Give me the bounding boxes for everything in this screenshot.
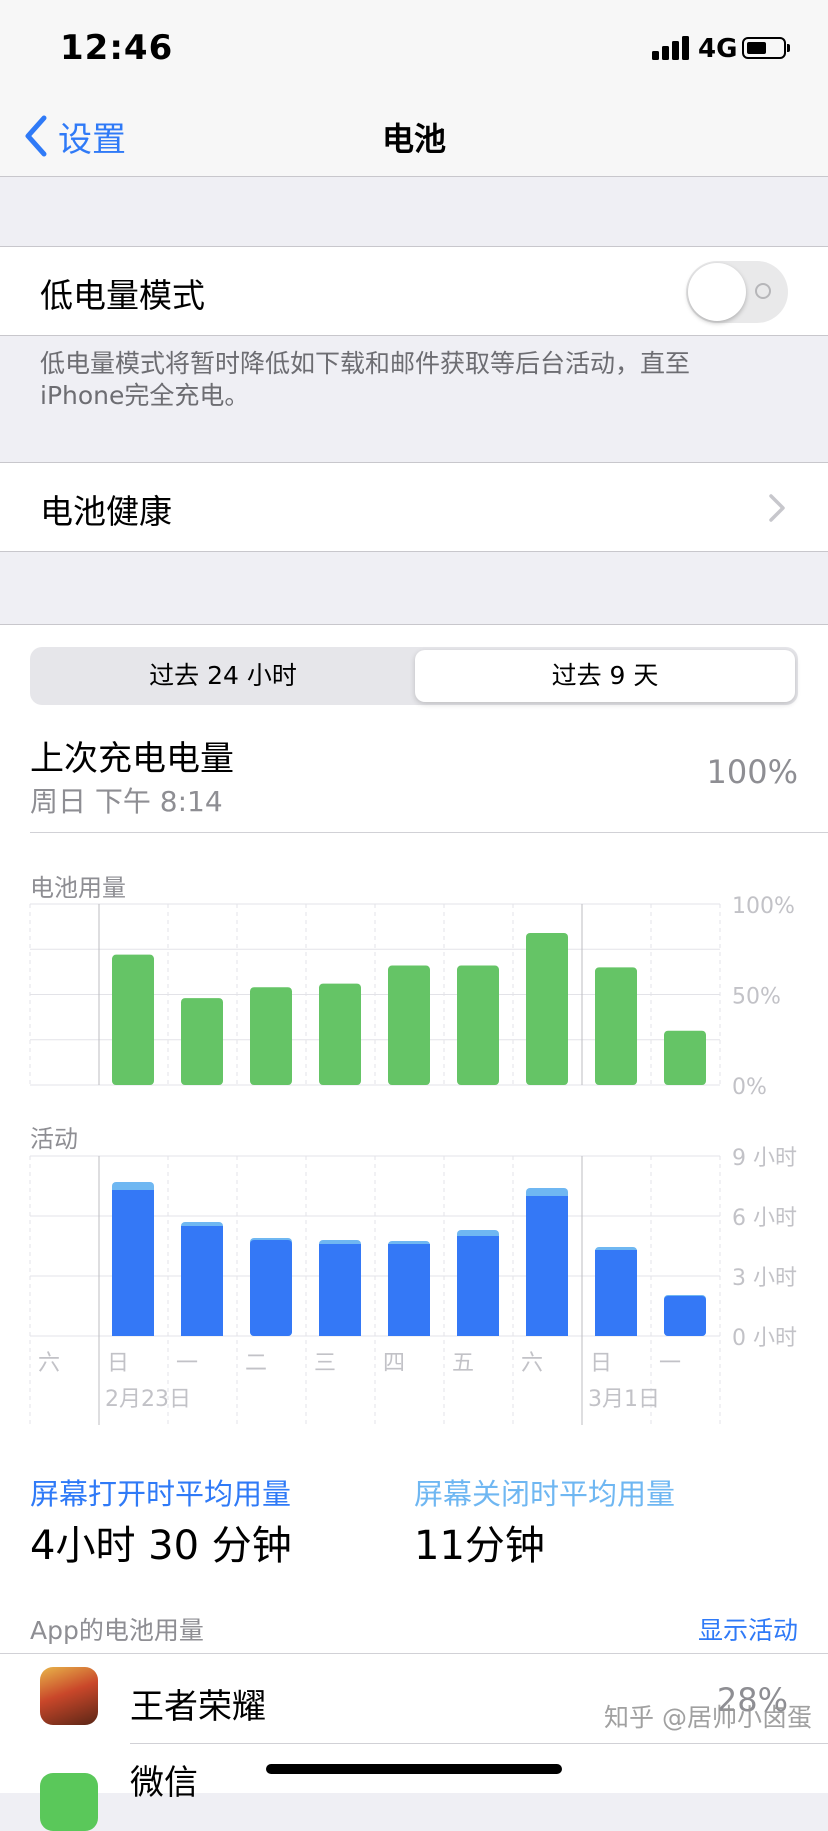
status-bar: 12:46 4G	[0, 0, 828, 100]
page-title: 电池	[381, 120, 446, 158]
chevron-right-icon	[769, 494, 785, 522]
screen-on-activity-bar	[664, 1296, 706, 1336]
screen-on-activity-bar	[112, 1190, 154, 1336]
x-tick-label: 三	[314, 1351, 336, 1376]
screen-on-average-label: 屏幕打开时平均用量	[30, 1477, 292, 1511]
battery-usage-bar	[112, 954, 154, 1085]
low-power-label: 低电量模式	[40, 276, 205, 315]
low-power-toggle[interactable]	[686, 261, 788, 323]
watermark: 知乎 @居帅小卤蛋	[604, 1703, 812, 1732]
y-tick-label: 0%	[732, 1075, 767, 1100]
show-activity-button[interactable]: 显示活动	[600, 1611, 798, 1647]
battery-usage-bar	[457, 965, 499, 1085]
y-tick-label: 6 小时	[732, 1206, 797, 1231]
app-name: 王者荣耀	[130, 1687, 266, 1727]
battery-health-cell[interactable]: 电池健康	[0, 462, 828, 552]
screen-on-activity-bar	[181, 1226, 223, 1336]
y-tick-label: 50%	[732, 985, 781, 1010]
battery-usage-bar	[319, 983, 361, 1085]
battery-usage-bar	[388, 965, 430, 1085]
battery-usage-bar	[181, 998, 223, 1085]
x-tick-label: 一	[659, 1351, 681, 1376]
usage-section: 过去 24 小时 过去 9 天 上次充电电量 周日 下午 8:14 100% 电…	[0, 624, 828, 1831]
x-tick-label: 四	[383, 1351, 405, 1376]
battery-health-label: 电池健康	[40, 492, 172, 531]
screen-on-activity-bar	[319, 1244, 361, 1336]
date-label: 2月23日	[105, 1387, 191, 1412]
date-label: 3月1日	[588, 1387, 660, 1412]
screen-on-activity-bar	[457, 1236, 499, 1336]
toggle-knob	[688, 263, 746, 321]
screen-on-activity-bar	[388, 1244, 430, 1336]
battery-usage-bar	[664, 1030, 706, 1085]
navigation-bar: 设置 电池	[0, 100, 828, 177]
screen-on-activity-bar	[595, 1250, 637, 1336]
low-power-cell: 低电量模式	[0, 246, 828, 336]
x-tick-label: 五	[452, 1351, 474, 1376]
x-tick-label: 日	[590, 1351, 612, 1376]
x-tick-label: 六	[38, 1351, 60, 1376]
screen-on-activity-bar	[526, 1196, 568, 1336]
x-tick-label: 二	[245, 1351, 267, 1376]
screen-on-average-value: 4小时 30 分钟	[30, 1523, 292, 1569]
divider	[130, 1743, 828, 1744]
y-tick-label: 0 小时	[732, 1326, 797, 1351]
x-tick-label: 六	[521, 1351, 543, 1376]
status-time: 12:46	[60, 28, 174, 68]
y-tick-label: 9 小时	[732, 1146, 797, 1171]
screen-off-average-value: 11分钟	[414, 1523, 545, 1569]
x-tick-label: 一	[176, 1351, 198, 1376]
x-tick-label: 日	[107, 1351, 129, 1376]
screen-off-average-label: 屏幕关闭时平均用量	[414, 1477, 676, 1511]
home-indicator	[266, 1764, 562, 1774]
honor-of-kings-app-icon	[40, 1667, 98, 1725]
screen-on-activity-bar	[250, 1240, 292, 1336]
app-name: 微信	[130, 1763, 198, 1803]
battery-usage-bar	[595, 967, 637, 1085]
y-tick-label: 100%	[732, 894, 795, 919]
network-type: 4G	[698, 34, 738, 64]
battery-usage-bar	[526, 932, 568, 1085]
divider	[0, 1653, 828, 1654]
low-power-note: 低电量模式将暂时降低如下载和邮件获取等后台活动，直至iPhone完全充电。	[40, 349, 691, 410]
battery-usage-bar	[250, 987, 292, 1085]
toggle-off-indicator-icon	[755, 283, 771, 299]
signal-icon	[652, 36, 689, 60]
app-usage-header: App的电池用量	[30, 1616, 204, 1645]
wechat-app-icon	[40, 1773, 98, 1831]
y-tick-label: 3 小时	[732, 1266, 797, 1291]
battery-icon	[742, 37, 790, 59]
